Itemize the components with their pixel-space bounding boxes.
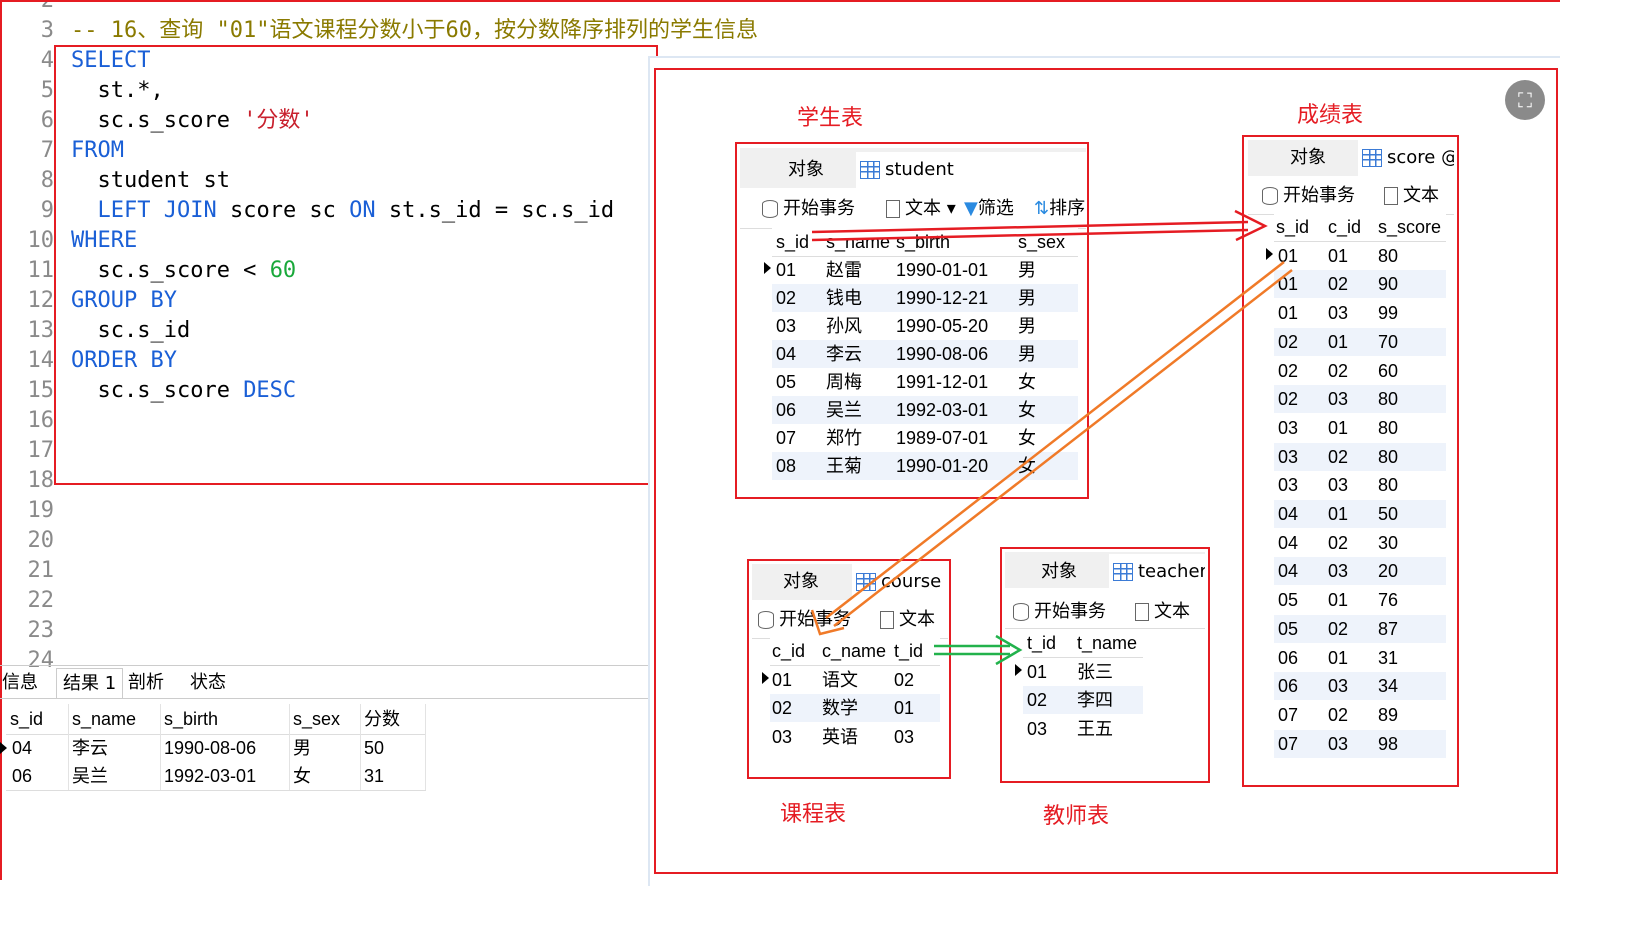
arrow-score-to-course: [810, 261, 1293, 636]
arrow-course-to-teacher: [934, 634, 1023, 666]
arrow-student-to-score: [811, 209, 1268, 242]
relation-arrows: [810, 209, 1293, 666]
